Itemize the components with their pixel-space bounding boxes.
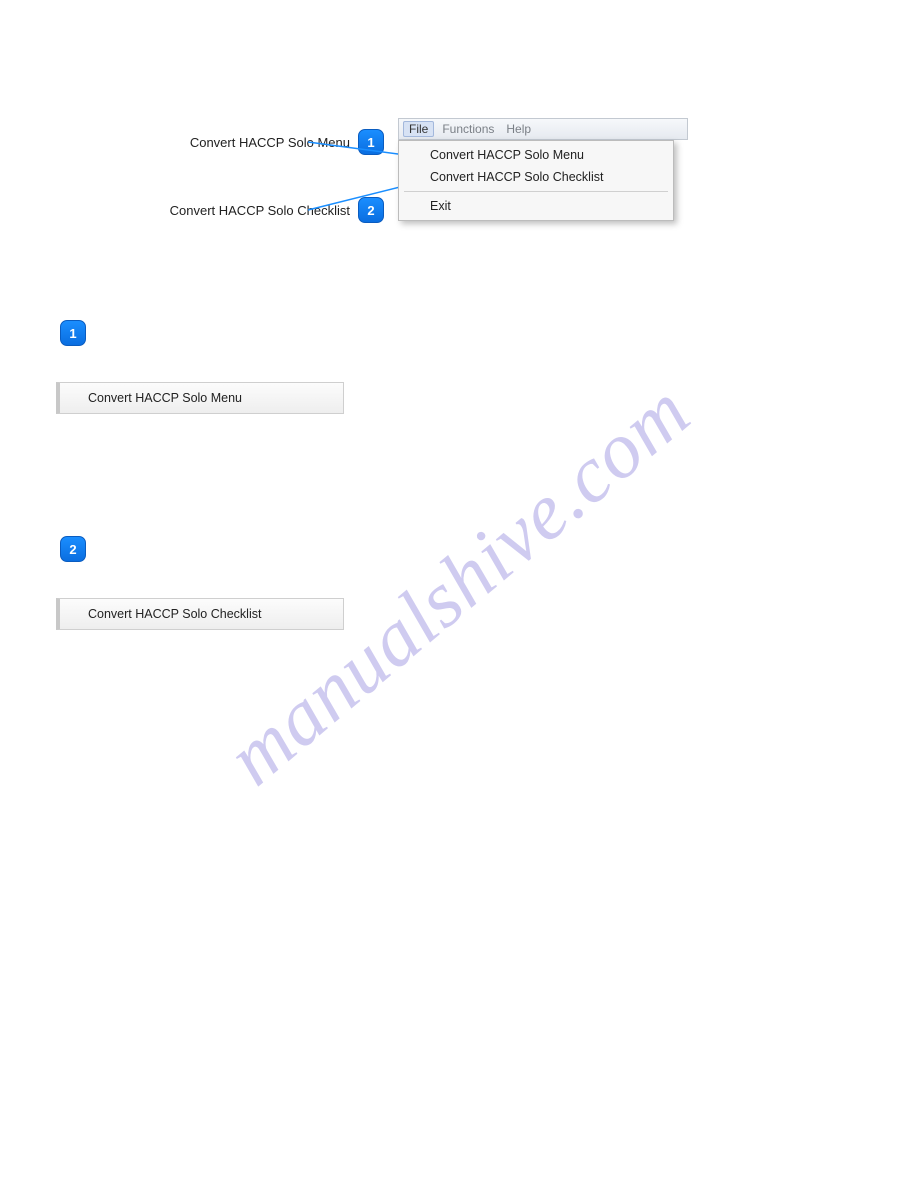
list-item-convert-menu[interactable]: Convert HACCP Solo Menu: [56, 382, 344, 414]
file-menu-screenshot: File Functions Help Convert HACCP Solo M…: [398, 118, 688, 221]
callout-labels: Convert HACCP Solo Menu 1 Convert HACCP …: [84, 128, 384, 264]
file-dropdown: Convert HACCP Solo Menu Convert HACCP So…: [398, 140, 674, 221]
list-item-label-2: Convert HACCP Solo Checklist: [88, 607, 261, 621]
callout-row-1: Convert HACCP Solo Menu 1: [84, 128, 384, 156]
watermark-text: manualshive.com: [210, 366, 707, 804]
section-badge-1: 1: [60, 320, 86, 346]
dropdown-exit[interactable]: Exit: [402, 195, 670, 217]
menubar-file[interactable]: File: [403, 121, 434, 137]
callout-badge-1: 1: [358, 129, 384, 155]
list-item-convert-checklist[interactable]: Convert HACCP Solo Checklist: [56, 598, 344, 630]
callout-badge-2: 2: [358, 197, 384, 223]
callout-label-1: Convert HACCP Solo Menu: [190, 135, 350, 150]
menubar: File Functions Help: [398, 118, 688, 140]
section-badge-2: 2: [60, 536, 86, 562]
section-marker-2: 2: [60, 536, 86, 562]
dropdown-separator: [404, 191, 668, 192]
menubar-help[interactable]: Help: [500, 122, 537, 136]
menubar-functions[interactable]: Functions: [436, 122, 500, 136]
callout-label-2: Convert HACCP Solo Checklist: [170, 203, 350, 218]
list-item-label-1: Convert HACCP Solo Menu: [88, 391, 242, 405]
dropdown-convert-checklist[interactable]: Convert HACCP Solo Checklist: [402, 166, 670, 188]
section-marker-1: 1: [60, 320, 86, 346]
callout-row-2: Convert HACCP Solo Checklist 2: [84, 196, 384, 224]
dropdown-convert-menu[interactable]: Convert HACCP Solo Menu: [402, 144, 670, 166]
